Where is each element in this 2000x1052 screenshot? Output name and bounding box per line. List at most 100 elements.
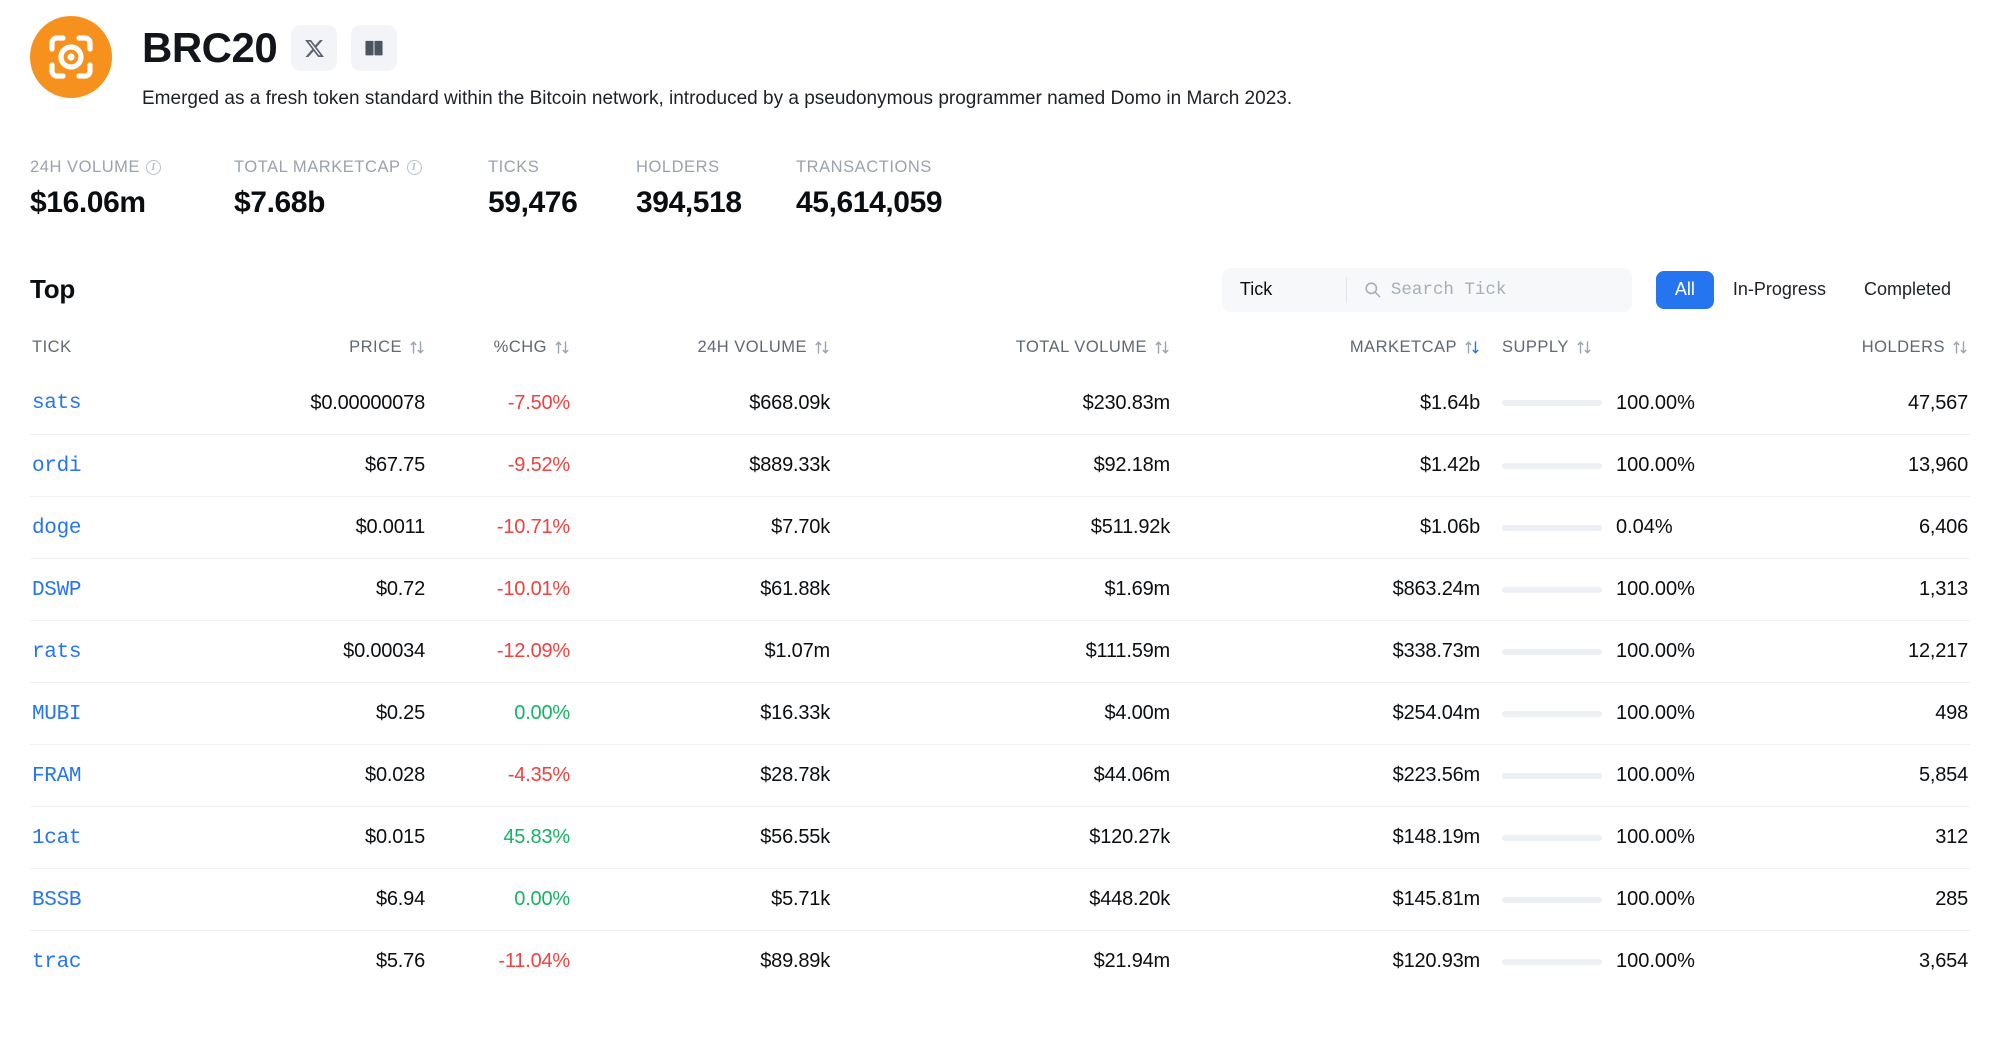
col-marketcap[interactable]: MARKETCAP: [1170, 338, 1480, 373]
table-body: sats$0.00000078-7.50%$668.09k$230.83m$1.…: [30, 373, 1970, 993]
cell-price: $0.0011: [215, 497, 425, 559]
cell-supply: 100.00%: [1480, 435, 1740, 497]
supply-wrap: 100.00%: [1502, 578, 1740, 601]
cell-tick: doge: [30, 497, 215, 559]
stats-row: 24H VOLUME i $16.06m TOTAL MARKETCAP i $…: [30, 158, 1970, 220]
twitter-x-link[interactable]: [291, 25, 337, 71]
sort-icon[interactable]: [554, 339, 570, 356]
col-marketcap-inner[interactable]: MARKETCAP: [1350, 338, 1480, 357]
table-row[interactable]: BSSB$6.940.00%$5.71k$448.20k$145.81m100.…: [30, 869, 1970, 931]
sort-icon[interactable]: [1576, 339, 1592, 356]
stat-label: TOTAL MARKETCAP i: [234, 158, 488, 177]
col-total-volume[interactable]: TOTAL VOLUME: [830, 338, 1170, 373]
cell-supply: 100.00%: [1480, 373, 1740, 435]
sort-icon[interactable]: [1952, 339, 1968, 356]
table-row[interactable]: ordi$67.75-9.52%$889.33k$92.18m$1.42b100…: [30, 435, 1970, 497]
tick-link[interactable]: ordi: [32, 455, 81, 478]
cell-price: $0.00034: [215, 621, 425, 683]
supply-wrap: 100.00%: [1502, 640, 1740, 663]
tick-link[interactable]: doge: [32, 517, 81, 540]
col-supply-inner[interactable]: SUPPLY: [1502, 338, 1592, 357]
cell-change: -9.52%: [425, 435, 570, 497]
cell-supply: 100.00%: [1480, 559, 1740, 621]
cell-24h-volume: $668.09k: [570, 373, 830, 435]
cell-total-volume: $120.27k: [830, 807, 1170, 869]
cell-total-volume: $1.69m: [830, 559, 1170, 621]
col-24h-volume[interactable]: 24H VOLUME: [570, 338, 830, 373]
supply-wrap: 100.00%: [1502, 826, 1740, 849]
col-price-inner[interactable]: PRICE: [349, 338, 425, 357]
page-title: BRC20: [142, 27, 277, 69]
table-row[interactable]: rats$0.00034-12.09%$1.07m$111.59m$338.73…: [30, 621, 1970, 683]
col-label: TICK: [32, 338, 72, 357]
cell-holders: 13,960: [1740, 435, 1970, 497]
col-label: 24H VOLUME: [697, 338, 807, 357]
cell-change: -11.04%: [425, 931, 570, 993]
tick-link[interactable]: rats: [32, 641, 81, 664]
cell-24h-volume: $56.55k: [570, 807, 830, 869]
sort-icon-active-desc[interactable]: [1464, 339, 1480, 356]
table-row[interactable]: FRAM$0.028-4.35%$28.78k$44.06m$223.56m10…: [30, 745, 1970, 807]
supply-wrap: 100.00%: [1502, 702, 1740, 725]
sort-icon[interactable]: [1154, 339, 1170, 356]
supply-progress-bar: [1502, 587, 1602, 593]
supply-percent: 0.04%: [1616, 516, 1673, 539]
stat-label-text: HOLDERS: [636, 158, 720, 177]
supply-progress-bar: [1502, 463, 1602, 469]
cell-tick: DSWP: [30, 559, 215, 621]
cell-24h-volume: $61.88k: [570, 559, 830, 621]
cell-holders: 12,217: [1740, 621, 1970, 683]
cell-marketcap: $223.56m: [1170, 745, 1480, 807]
cell-24h-volume: $1.07m: [570, 621, 830, 683]
cell-price: $0.028: [215, 745, 425, 807]
table-row[interactable]: DSWP$0.72-10.01%$61.88k$1.69m$863.24m100…: [30, 559, 1970, 621]
filter-completed[interactable]: Completed: [1845, 271, 1970, 309]
col-holders-inner[interactable]: HOLDERS: [1862, 338, 1968, 357]
col-chg-inner[interactable]: %CHG: [494, 338, 570, 357]
cell-tick: rats: [30, 621, 215, 683]
info-icon[interactable]: i: [407, 160, 422, 175]
col-supply[interactable]: SUPPLY: [1480, 338, 1740, 373]
tick-link[interactable]: BSSB: [32, 889, 81, 912]
search-icon: [1363, 280, 1382, 299]
docs-link[interactable]: [351, 25, 397, 71]
col-price[interactable]: PRICE: [215, 338, 425, 373]
cell-total-volume: $230.83m: [830, 373, 1170, 435]
logo-container: [30, 14, 142, 98]
cell-price: $5.76: [215, 931, 425, 993]
cell-tick: FRAM: [30, 745, 215, 807]
col-holders[interactable]: HOLDERS: [1740, 338, 1970, 373]
col-tick-inner: TICK: [32, 338, 72, 357]
col-24h-inner[interactable]: 24H VOLUME: [697, 338, 830, 357]
cell-supply: 100.00%: [1480, 621, 1740, 683]
search-kind-selector[interactable]: Tick: [1222, 268, 1347, 312]
stat-value: $7.68b: [234, 186, 488, 220]
col-chg[interactable]: %CHG: [425, 338, 570, 373]
stat-label: TRANSACTIONS: [796, 158, 942, 177]
table-row[interactable]: MUBI$0.250.00%$16.33k$4.00m$254.04m100.0…: [30, 683, 1970, 745]
tick-link[interactable]: DSWP: [32, 579, 81, 602]
search-input[interactable]: [1391, 280, 1632, 300]
table-row[interactable]: sats$0.00000078-7.50%$668.09k$230.83m$1.…: [30, 373, 1970, 435]
supply-wrap: 100.00%: [1502, 392, 1740, 415]
filter-all[interactable]: All: [1656, 271, 1714, 309]
sort-icon[interactable]: [814, 339, 830, 356]
tick-link[interactable]: 1cat: [32, 827, 81, 850]
table-row[interactable]: trac$5.76-11.04%$89.89k$21.94m$120.93m10…: [30, 931, 1970, 993]
table-row[interactable]: 1cat$0.01545.83%$56.55k$120.27k$148.19m1…: [30, 807, 1970, 869]
sort-icon[interactable]: [409, 339, 425, 356]
col-total-inner[interactable]: TOTAL VOLUME: [1016, 338, 1170, 357]
tick-link[interactable]: sats: [32, 392, 81, 415]
cell-supply: 100.00%: [1480, 931, 1740, 993]
info-icon[interactable]: i: [146, 160, 161, 175]
table-row[interactable]: doge$0.0011-10.71%$7.70k$511.92k$1.06b0.…: [30, 497, 1970, 559]
book-icon: [363, 37, 385, 59]
tick-link[interactable]: trac: [32, 951, 81, 974]
search-bar: Tick: [1222, 268, 1632, 312]
tick-link[interactable]: FRAM: [32, 765, 81, 788]
brc20-bracket-target-icon: [45, 31, 97, 83]
tick-link[interactable]: MUBI: [32, 703, 81, 726]
supply-progress-bar: [1502, 773, 1602, 779]
filter-in-progress[interactable]: In-Progress: [1714, 271, 1845, 309]
supply-progress-bar: [1502, 649, 1602, 655]
